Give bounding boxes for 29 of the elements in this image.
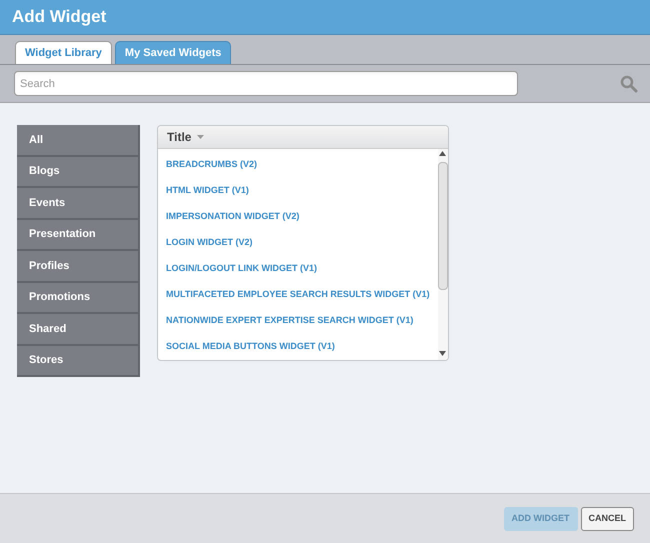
window-title: Add Widget [12,6,106,28]
search-icon[interactable] [620,74,638,92]
category-item[interactable]: All [17,125,140,156]
category-item[interactable]: Presentation [17,220,140,251]
sort-caret-icon [197,135,204,139]
category-item[interactable]: Stores [17,346,140,377]
search-field[interactable]: Search [14,71,518,96]
widget-link[interactable]: NATIONWIDE EXPERT EXPERTISE SEARCH WIDGET (V1) [158,308,438,334]
widget-link[interactable]: IMPERSONATION WIDGET (V2) [158,204,438,230]
cancel-button[interactable]: CANCEL [580,506,634,530]
category-item[interactable]: Blogs [17,156,140,188]
widget-link[interactable]: HTML WIDGET (V1) [158,178,438,204]
widget-link[interactable]: MULTIFACETED EMPLOYEE SEARCH RESULTS WIDGET (V1) [158,282,438,308]
widget-link[interactable]: BREADCRUMBS (V2) [158,152,438,178]
column-title: Title [167,129,192,146]
scrollbar[interactable] [438,149,448,360]
tab[interactable]: Widget Library [15,41,112,64]
category-item[interactable]: Shared [17,314,140,346]
widget-link[interactable]: SOCIAL MEDIA BUTTONS WIDGET (V1) [158,334,438,360]
widget-link[interactable]: LOGIN WIDGET (V2) [158,230,438,256]
category-item[interactable]: Promotions [17,282,140,314]
scroll-thumb[interactable] [438,162,448,290]
tab[interactable]: My Saved Widgets [114,41,232,64]
scroll-up-icon[interactable] [439,151,446,156]
column-header[interactable]: Title [158,126,448,149]
category-item[interactable]: Events [17,188,140,220]
widget-link[interactable]: LOGIN/LOGOUT LINK WIDGET (V1) [158,256,438,282]
scroll-down-icon[interactable] [439,351,446,356]
category-item[interactable]: Profiles [17,251,140,282]
